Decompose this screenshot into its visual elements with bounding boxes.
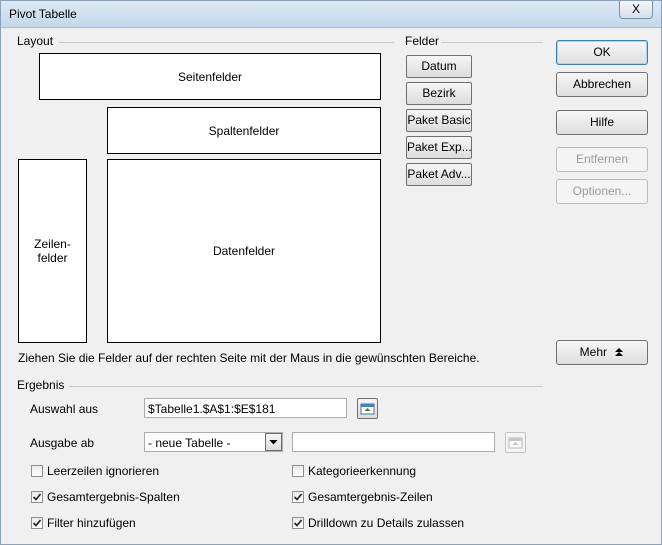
selection-range-input[interactable]: $Tabelle1.$A$1:$E$181 (144, 398, 347, 418)
field-paket-adv[interactable]: Paket Adv... (406, 163, 472, 186)
ignore-empty-rows-checkbox[interactable] (31, 465, 43, 477)
row-fields-label-line2: felder (37, 251, 68, 265)
chevron-down-icon (269, 440, 278, 445)
data-fields-area[interactable]: Datenfelder (107, 159, 381, 343)
output-target-input[interactable] (292, 432, 495, 452)
output-select[interactable]: - neue Tabelle - (144, 432, 283, 452)
close-button[interactable]: X (619, 1, 653, 19)
shrink-output-button[interactable] (505, 432, 526, 453)
layout-divider (59, 42, 394, 43)
checkmark-icon (293, 493, 303, 501)
checkmark-icon (293, 519, 303, 527)
close-icon: X (631, 2, 640, 16)
options-button[interactable]: Optionen... (556, 179, 648, 204)
fields-divider (441, 42, 543, 43)
checkmark-icon (32, 519, 42, 527)
ok-button[interactable]: OK (556, 40, 648, 65)
identify-categories-label: Kategorieerkennung (308, 464, 417, 478)
help-button[interactable]: Hilfe (556, 110, 648, 135)
fields-group-label: Felder (405, 34, 444, 48)
shrink-selection-button[interactable] (357, 398, 378, 419)
field-paket-exp[interactable]: Paket Exp... (406, 136, 472, 159)
row-fields-area[interactable]: Zeilen- felder (18, 159, 87, 343)
field-bezirk[interactable]: Bezirk (406, 82, 472, 105)
output-label: Ausgabe ab (30, 436, 95, 450)
column-fields-label: Spaltenfelder (208, 123, 280, 138)
page-fields-area[interactable]: Seitenfelder (39, 53, 381, 100)
total-rows-label: Gesamtergebnis-Zeilen (308, 490, 433, 504)
page-fields-label: Seitenfelder (177, 69, 243, 84)
output-select-value: - neue Tabelle - (148, 436, 231, 450)
total-columns-label: Gesamtergebnis-Spalten (47, 490, 180, 504)
window-title: Pivot Tabelle (9, 7, 77, 21)
field-paket-basic[interactable]: Paket Basic (406, 109, 472, 132)
total-rows-checkbox[interactable] (292, 491, 304, 503)
drilldown-label: Drilldown zu Details zulassen (308, 516, 465, 530)
remove-button[interactable]: Entfernen (556, 147, 648, 172)
result-divider (69, 386, 543, 387)
drag-hint-text: Ziehen Sie die Felder auf der rechten Se… (18, 351, 480, 365)
shrink-icon (360, 403, 375, 415)
data-fields-label: Datenfelder (212, 244, 276, 258)
selection-label: Auswahl aus (30, 402, 99, 416)
field-datum[interactable]: Datum (406, 55, 472, 78)
more-button[interactable]: Mehr (556, 340, 648, 365)
title-bar[interactable]: Pivot Tabelle X (1, 1, 661, 28)
layout-group-label: Layout (17, 34, 58, 48)
total-columns-checkbox[interactable] (31, 491, 43, 503)
drilldown-checkbox[interactable] (292, 517, 304, 529)
checkmark-icon (32, 493, 42, 501)
output-dropdown-button[interactable] (265, 433, 282, 451)
shrink-icon-disabled (508, 437, 523, 449)
dialog-content: Layout Seitenfelder Spaltenfelder Zeilen… (1, 28, 661, 544)
add-filter-checkbox[interactable] (31, 517, 43, 529)
pivot-table-dialog: Pivot Tabelle X Layout Seitenfelder Spal… (0, 0, 662, 545)
cancel-button[interactable]: Abbrechen (556, 72, 648, 97)
result-group-label: Ergebnis (17, 378, 69, 392)
double-chevron-up-icon (615, 348, 624, 356)
ignore-empty-rows-label: Leerzeilen ignorieren (47, 464, 160, 478)
add-filter-label: Filter hinzufügen (47, 516, 136, 530)
row-fields-label-line1: Zeilen- (34, 237, 71, 251)
more-button-label: Mehr (579, 345, 607, 359)
column-fields-area[interactable]: Spaltenfelder (107, 107, 381, 154)
identify-categories-checkbox[interactable] (292, 465, 304, 477)
